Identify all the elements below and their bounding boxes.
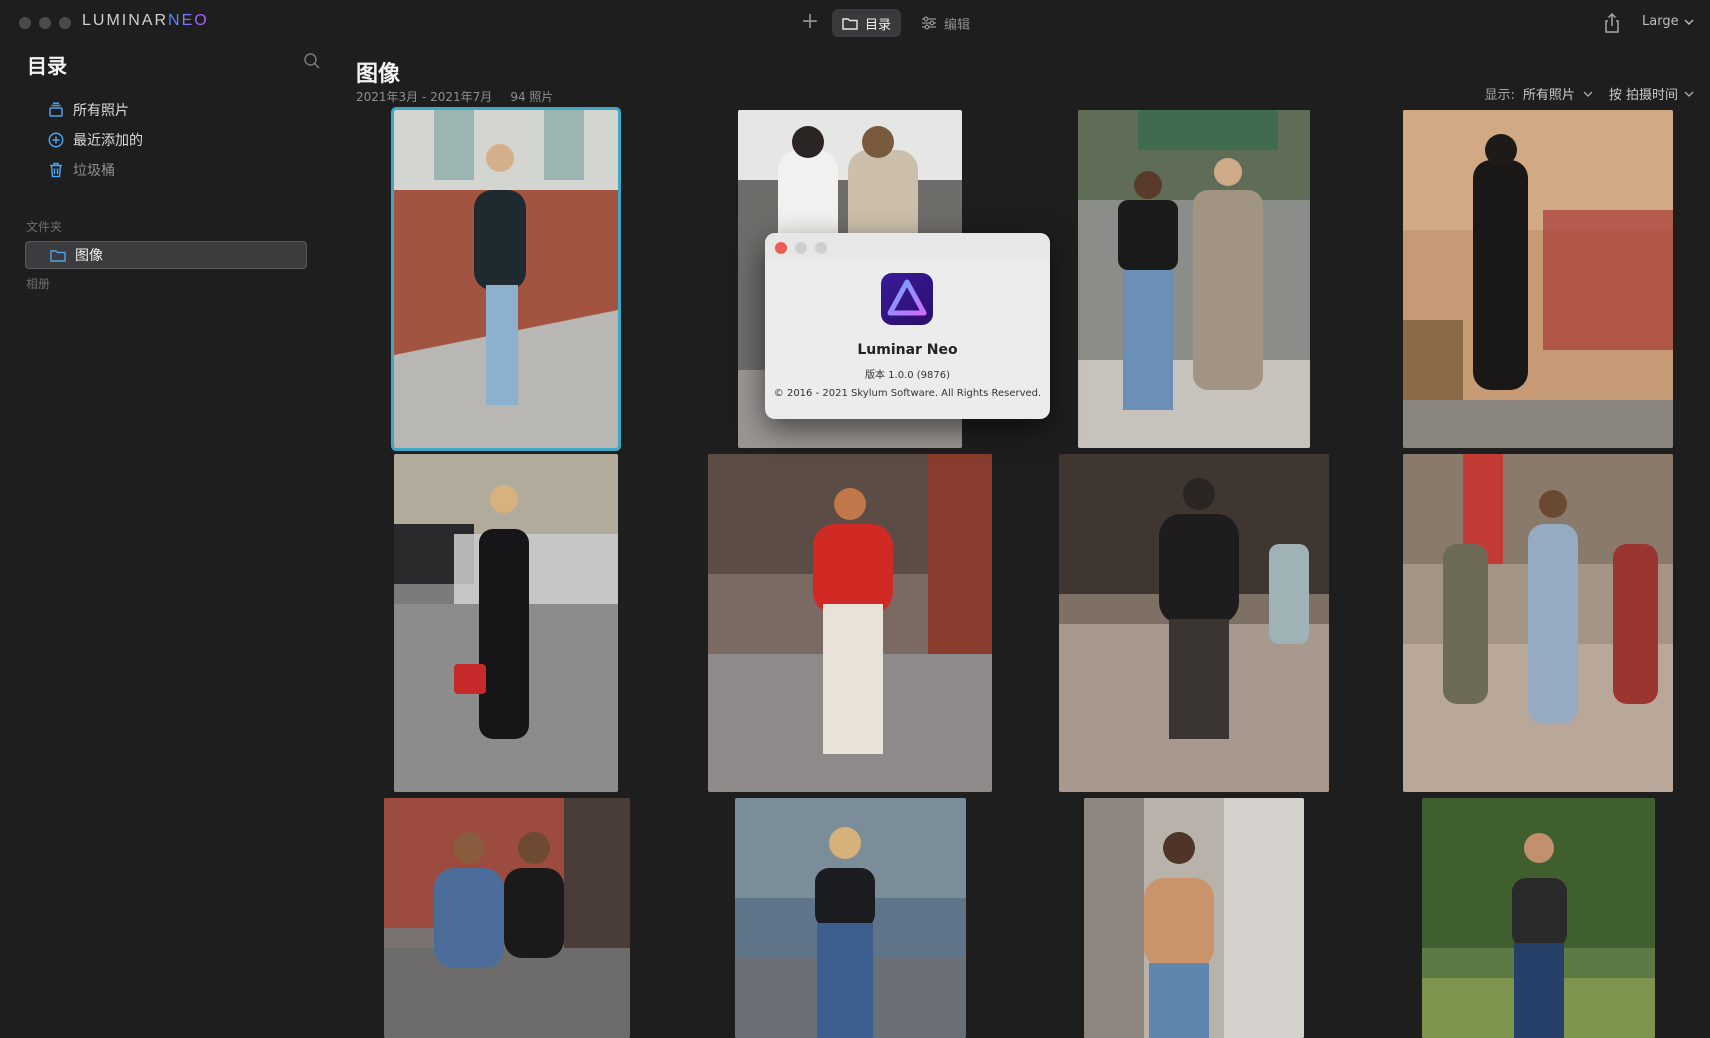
tab-catalog-label: 目录 bbox=[865, 17, 892, 33]
page-title: 图像 bbox=[356, 62, 401, 87]
sidebar-item-recently-added[interactable]: 最近添加的 bbox=[48, 128, 143, 152]
photo-thumbnail[interactable] bbox=[1403, 454, 1673, 792]
dialog-title-bar bbox=[765, 233, 1050, 261]
photo-thumbnail[interactable] bbox=[1059, 454, 1329, 792]
sliders-icon bbox=[922, 16, 936, 30]
thumbnail-size-dropdown[interactable]: Large bbox=[1642, 14, 1694, 29]
window-minimize-button[interactable] bbox=[39, 17, 51, 29]
sort-label: 按 拍摄时间 bbox=[1608, 88, 1678, 103]
photo-thumbnail[interactable] bbox=[1084, 798, 1304, 1038]
folders-section-heading: 文件夹 bbox=[26, 220, 63, 234]
dialog-zoom-button bbox=[815, 242, 827, 254]
folder-icon bbox=[50, 250, 66, 262]
albums-section-heading[interactable]: 相册 bbox=[26, 275, 50, 292]
sidebar: 目录 所有照片 最近添加的 垃圾桶 文件夹 图像 相册 bbox=[0, 46, 320, 1038]
photo-thumbnail[interactable] bbox=[1403, 110, 1673, 448]
photo-count: 94 照片 bbox=[510, 90, 554, 104]
dialog-app-name: Luminar Neo bbox=[857, 342, 958, 358]
sidebar-item-trash[interactable]: 垃圾桶 bbox=[48, 158, 115, 182]
about-dialog: Luminar Neo 版本 1.0.0 (9876) © 2016 - 202… bbox=[765, 233, 1050, 419]
photo-thumbnail[interactable] bbox=[391, 107, 621, 451]
photo-thumbnail[interactable] bbox=[1422, 798, 1655, 1038]
dialog-close-button[interactable] bbox=[775, 242, 787, 254]
dialog-minimize-button bbox=[795, 242, 807, 254]
app-logo: LUMINARNEO bbox=[82, 12, 209, 29]
photo-thumbnail[interactable] bbox=[394, 454, 618, 792]
sort-dropdown[interactable]: 按 拍摄时间 bbox=[1609, 84, 1694, 103]
catalog-summary: 2021年3月 - 2021年7月 94 照片 bbox=[356, 88, 553, 105]
photos-stack-icon bbox=[49, 102, 63, 117]
sidebar-folder-images[interactable]: 图像 bbox=[25, 241, 307, 269]
show-filter-label: 显示: bbox=[1484, 88, 1515, 103]
title-bar: LUMINARNEO + 目录 编辑 Large bbox=[0, 0, 1710, 46]
trash-icon bbox=[50, 162, 62, 178]
photo-thumbnail[interactable] bbox=[1078, 110, 1310, 448]
tab-catalog[interactable]: 目录 bbox=[832, 9, 902, 37]
show-filter-dropdown[interactable]: 显示: 所有照片 bbox=[1484, 84, 1593, 103]
search-icon[interactable] bbox=[303, 52, 321, 70]
plus-circle-icon bbox=[48, 132, 64, 148]
filter-bar: 显示: 所有照片 按 拍摄时间 bbox=[1484, 84, 1694, 103]
date-range: 2021年3月 - 2021年7月 bbox=[356, 90, 493, 104]
chevron-down-icon bbox=[1684, 91, 1694, 97]
folder-icon bbox=[842, 18, 858, 30]
share-icon[interactable] bbox=[1601, 12, 1623, 34]
show-filter-value: 所有照片 bbox=[1522, 88, 1575, 103]
dialog-copyright: © 2016 - 2021 Skylum Software. All Right… bbox=[773, 388, 1042, 399]
luminar-logo-icon bbox=[887, 279, 927, 316]
photo-thumbnail[interactable] bbox=[384, 798, 630, 1038]
dialog-version: 版本 1.0.0 (9876) bbox=[864, 370, 951, 381]
thumbnail-size-label: Large bbox=[1642, 14, 1679, 29]
sidebar-item-all-photos[interactable]: 所有照片 bbox=[48, 98, 129, 122]
add-plus-icon[interactable]: + bbox=[800, 10, 820, 34]
window-zoom-button[interactable] bbox=[59, 17, 71, 29]
sidebar-item-label: 最近添加的 bbox=[73, 133, 143, 149]
sidebar-item-label: 所有照片 bbox=[73, 103, 129, 119]
photo-thumbnail[interactable] bbox=[735, 798, 966, 1038]
chevron-down-icon bbox=[1583, 91, 1593, 97]
photo-thumbnail[interactable] bbox=[708, 454, 992, 792]
sidebar-title: 目录 bbox=[27, 54, 67, 78]
tab-edit[interactable]: 编辑 bbox=[911, 9, 980, 37]
tab-edit-label: 编辑 bbox=[944, 17, 971, 33]
window-close-button[interactable] bbox=[19, 17, 31, 29]
sidebar-folder-label: 图像 bbox=[75, 248, 103, 264]
app-icon bbox=[881, 273, 933, 325]
chevron-down-icon bbox=[1684, 19, 1694, 25]
sidebar-item-label: 垃圾桶 bbox=[73, 163, 115, 179]
